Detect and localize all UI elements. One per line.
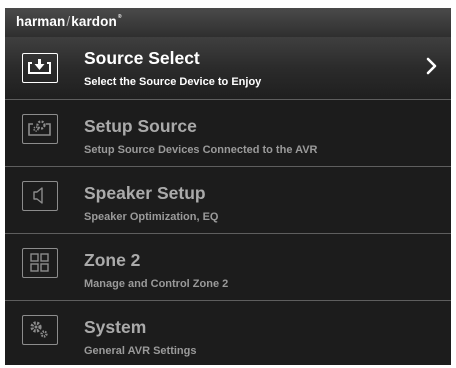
divider — [5, 166, 451, 167]
menu-subtitle: General AVR Settings — [84, 345, 197, 357]
source-select-icon — [22, 53, 58, 83]
menu-title: System — [84, 317, 147, 337]
menu-title: Speaker Setup — [84, 183, 206, 203]
menu-item-system[interactable]: System General AVR Settings — [5, 305, 451, 365]
menu-item-source-select[interactable]: Source Select Select the Source Device t… — [5, 37, 451, 99]
setup-source-icon — [22, 114, 58, 144]
menu-title: Setup Source — [84, 116, 197, 136]
brand-logo: harman/kardon® — [16, 14, 122, 29]
gear-icon — [22, 315, 58, 345]
menu-title: Zone 2 — [84, 250, 141, 270]
menu-subtitle: Speaker Optimization, EQ — [84, 211, 219, 223]
zone-grid-icon — [22, 248, 58, 278]
brand-separator: / — [66, 14, 71, 29]
menu-item-setup-source[interactable]: Setup Source Setup Source Devices Connec… — [5, 104, 451, 166]
speaker-icon — [22, 181, 58, 211]
brand-part1: harman — [16, 14, 66, 29]
top-bar: harman/kardon® — [5, 8, 451, 37]
brand-part2: kardon — [71, 14, 117, 29]
brand-trademark: ® — [117, 14, 122, 20]
menu-subtitle: Manage and Control Zone 2 — [84, 278, 229, 290]
menu-subtitle: Select the Source Device to Enjoy — [84, 76, 262, 88]
divider — [5, 300, 451, 301]
menu-item-zone-2[interactable]: Zone 2 Manage and Control Zone 2 — [5, 238, 451, 300]
divider — [5, 99, 451, 100]
chevron-right-icon[interactable] — [425, 56, 439, 76]
avr-menu-screen: harman/kardon® Source Select Select the … — [5, 8, 451, 365]
menu-subtitle: Setup Source Devices Connected to the AV… — [84, 144, 318, 156]
divider — [5, 233, 451, 234]
menu-title: Source Select — [84, 48, 200, 68]
menu-item-speaker-setup[interactable]: Speaker Setup Speaker Optimization, EQ — [5, 171, 451, 233]
